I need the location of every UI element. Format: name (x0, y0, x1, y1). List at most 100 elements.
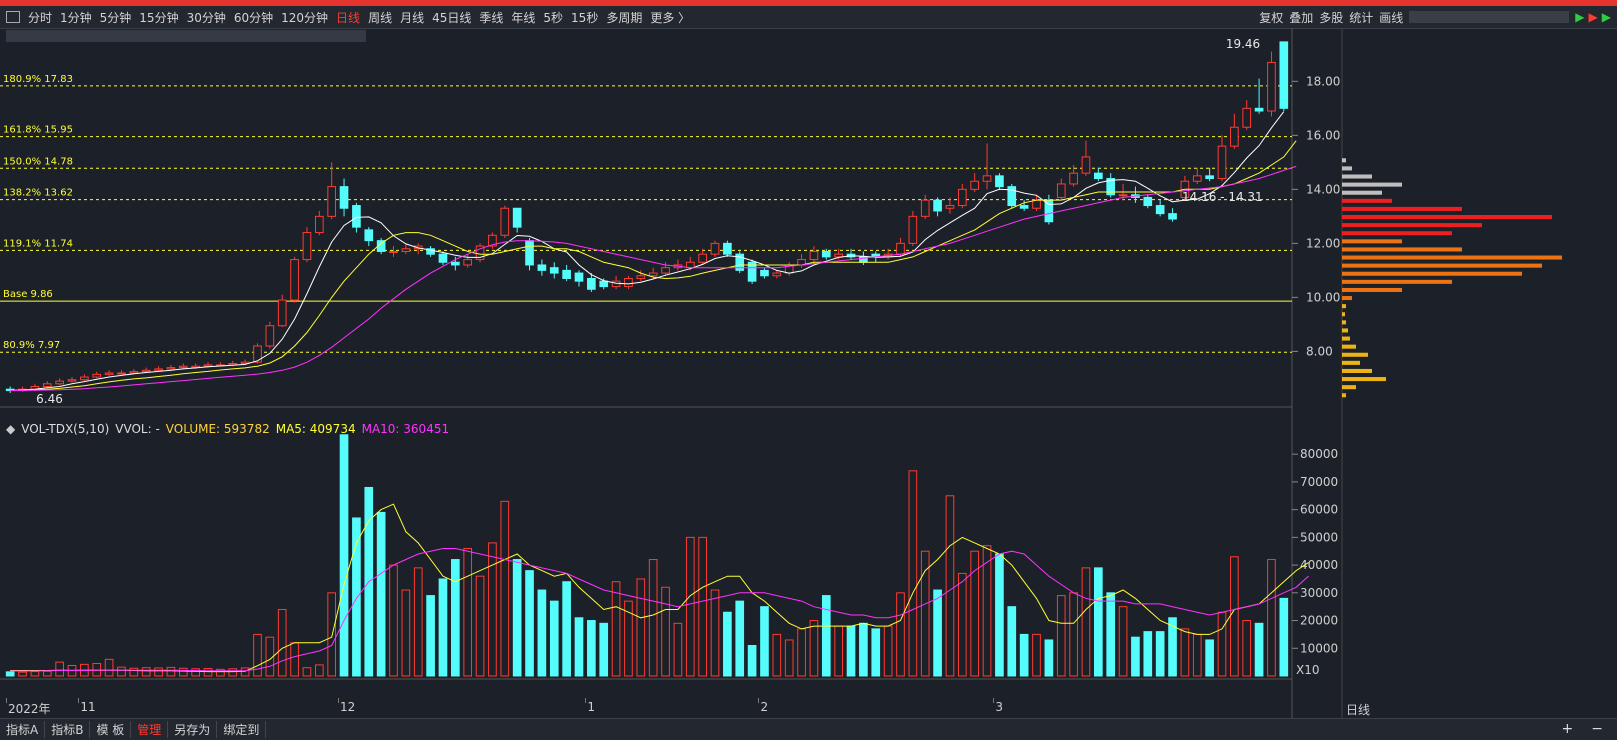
bottom-tab-5[interactable]: 绑定到 (217, 721, 267, 738)
candle-40 (500, 205, 510, 238)
volume-bar-9 (117, 666, 126, 677)
candle-body-94 (1168, 213, 1177, 220)
time-tick-0 (6, 698, 7, 703)
profile-row-8 (1342, 328, 1348, 333)
volume-bar-62 (772, 633, 782, 677)
candle-25 (314, 210, 324, 236)
candle-43 (537, 259, 547, 276)
candle-body-92 (1143, 196, 1153, 207)
volume-bar-27 (339, 434, 349, 677)
volume-bar-30 (376, 511, 386, 677)
volume-bar-25 (314, 664, 324, 677)
candle-34 (426, 246, 435, 257)
candle-44 (549, 262, 559, 279)
volume-bar-75 (933, 589, 942, 677)
candle-body-97 (1205, 175, 1214, 180)
candle-body-3 (42, 383, 52, 387)
time-label-2: 12 (340, 700, 356, 714)
high-label: 19.46 (1226, 37, 1260, 51)
price-tick-3: 12.00 (1306, 236, 1340, 250)
bottom-tab-2[interactable]: 模 板 (90, 721, 132, 738)
candle-body-93 (1155, 205, 1165, 215)
zoom-in-button[interactable]: + (1562, 721, 1574, 737)
candle-body-23 (290, 259, 299, 301)
bottom-tab-1[interactable]: 指标B (45, 721, 91, 738)
volume-bar-26 (327, 592, 337, 677)
candle-body-27 (339, 186, 349, 209)
candle-4 (55, 378, 64, 386)
time-tick-3 (585, 698, 587, 703)
candle-body-42 (525, 240, 534, 266)
profile-row-18 (1342, 247, 1462, 252)
time-tick-4 (758, 698, 760, 703)
volume-bar-91 (1131, 636, 1140, 677)
volume-bar-47 (587, 620, 596, 677)
time-label-0: 2022年 (8, 702, 51, 716)
candle-37 (463, 254, 473, 268)
period-label: 日线 (1346, 703, 1371, 717)
volume-profile (1342, 158, 1562, 398)
candle-body-72 (896, 242, 905, 255)
volume-bar-84 (1044, 639, 1054, 677)
bottom-tab-3[interactable]: 管理 (131, 721, 169, 738)
candle-24 (302, 227, 312, 263)
candle-body-25 (314, 215, 324, 234)
profile-row-22 (1342, 215, 1552, 220)
candle-6 (80, 374, 89, 382)
vol-tick-6: 20000 (1300, 614, 1338, 628)
volume-bar-33 (413, 567, 423, 677)
candle-61 (760, 267, 769, 279)
candle-body-50 (624, 277, 633, 288)
candle-body-67 (834, 253, 843, 258)
profile-row-26 (1342, 182, 1402, 187)
bottom-tab-0[interactable]: 指标A (0, 721, 46, 738)
volume-bar-97 (1205, 639, 1214, 677)
volume-bar-42 (525, 570, 534, 677)
candle-body-103 (1279, 41, 1289, 109)
legend-indicator-icon: ◆ (6, 422, 16, 436)
candle-0 (5, 386, 15, 393)
volume-bar-92 (1143, 631, 1153, 677)
candle-81 (1007, 183, 1017, 209)
candle-body-35 (438, 253, 448, 263)
profile-row-1 (1342, 385, 1356, 390)
candle-body-45 (562, 269, 571, 279)
volume-bar-16 (203, 668, 213, 677)
candle-97 (1205, 167, 1214, 182)
candle-body-8 (104, 372, 114, 375)
candle-60 (747, 259, 757, 284)
candle-body-26 (327, 186, 337, 217)
volume-bar-68 (846, 625, 856, 677)
legend-ma10: MA10: 360451 (361, 422, 450, 436)
volume-bar-58 (723, 611, 732, 677)
candle-body-76 (945, 205, 955, 209)
zoom-out-button[interactable]: − (1591, 721, 1603, 737)
vol-tick-2: 60000 (1300, 503, 1338, 517)
candle-38 (475, 243, 485, 263)
candle-body-53 (661, 267, 670, 274)
zoom-controls: + − (1562, 721, 1603, 737)
volume-bar-63 (784, 639, 794, 677)
profile-row-27 (1342, 174, 1372, 179)
candle-body-57 (710, 242, 720, 255)
candle-29 (364, 227, 374, 247)
volume-bar-67 (834, 625, 843, 677)
candle-body-90 (1118, 194, 1128, 197)
volume-bar-34 (426, 595, 435, 677)
candle-41 (512, 207, 522, 233)
kline-chart[interactable]: 180.9% 17.83161.8% 15.95150.0% 14.78138.… (0, 0, 1617, 739)
candle-body-21 (265, 325, 275, 347)
volume-bar-23 (290, 642, 299, 677)
profile-row-13 (1342, 287, 1402, 292)
fib-label-4: 119.1% 11.74 (3, 238, 73, 249)
candle-21 (265, 321, 275, 349)
volume-bar-41 (512, 559, 522, 677)
candle-23 (290, 256, 299, 303)
volume-bar-88 (1094, 567, 1103, 677)
candle-body-80 (995, 175, 1004, 188)
volume-bar-48 (599, 622, 609, 677)
bottom-toolbar: 指标A 指标B 模 板管理 另存为 绑定到 + − (0, 718, 1617, 740)
candle-93 (1155, 200, 1165, 217)
profile-row-25 (1342, 190, 1382, 195)
bottom-tab-4[interactable]: 另存为 (168, 721, 218, 738)
